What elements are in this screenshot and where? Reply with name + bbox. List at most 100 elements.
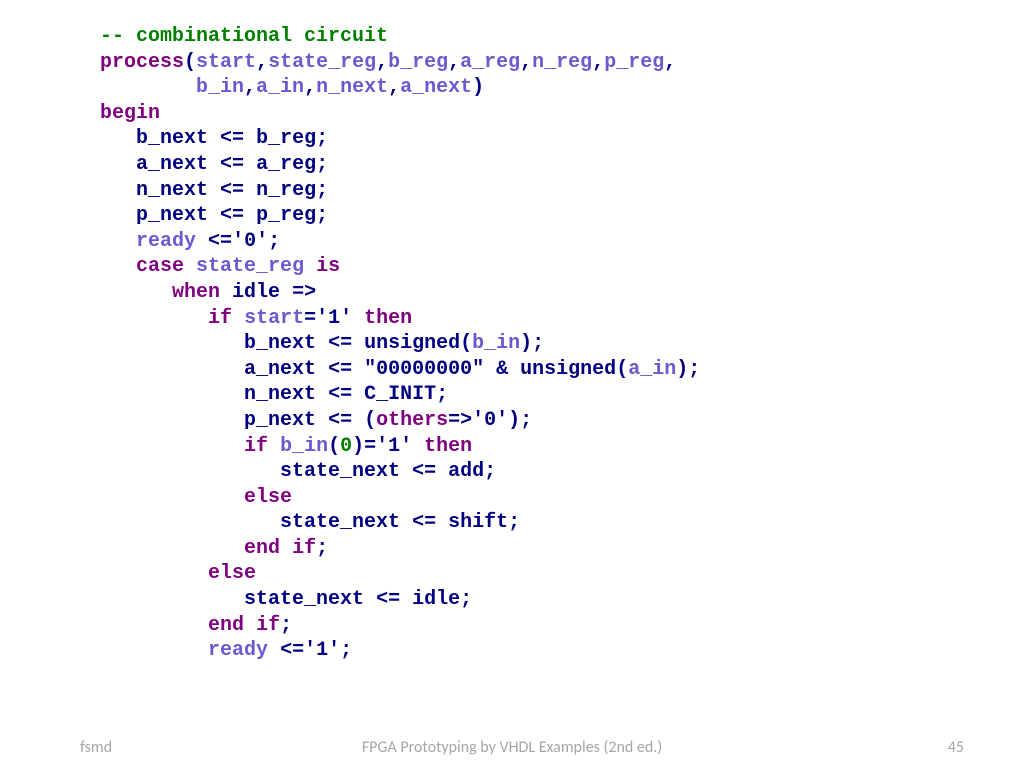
param-a-next: a_next [400,76,472,99]
str-one: '1' [376,435,412,458]
id-p-next: p_next [136,204,208,227]
kw-end: end [244,537,280,560]
id-a-reg: a_reg [256,153,316,176]
lpar: ( [616,358,628,381]
id-unsigned: unsigned [520,358,616,381]
rpar: ) [676,358,688,381]
param-state-reg: state_reg [268,51,376,74]
kw-when: when [172,281,220,304]
op-assign: <= [328,383,352,406]
op-assign: <= [328,409,352,432]
kw-then: then [424,435,472,458]
id-a-in: a_in [628,358,676,381]
id-n-reg: n_reg [256,179,316,202]
kw-is: is [316,255,340,278]
semi: ; [484,460,496,483]
comma: , [520,51,532,74]
id-idle: idle [412,588,460,611]
footer-page-number: 45 [948,738,964,757]
op-eq: = [364,435,376,458]
id-b-next: b_next [244,332,316,355]
semi: ; [688,358,700,381]
op-assign: <= [412,511,436,534]
num-zero: 0 [340,435,352,458]
rpar: ) [520,332,532,355]
semi: ; [460,588,472,611]
str-zero: '0' [232,230,268,253]
kw-if: if [208,307,232,330]
rpar: ) [352,435,364,458]
op-assign: <= [220,153,244,176]
semi: ; [316,537,328,560]
comma: , [304,76,316,99]
id-b-in: b_in [472,332,520,355]
comma: , [388,76,400,99]
kw-begin: begin [100,102,160,125]
op-arrow: => [292,281,316,304]
kw-else: else [244,486,292,509]
comma: , [448,51,460,74]
id-c-init: C_INIT [364,383,436,406]
comma: , [664,51,676,74]
id-a-next: a_next [244,358,316,381]
kw-if: if [244,435,268,458]
kw-case: case [136,255,184,278]
str-one: '1' [304,639,340,662]
comma: , [376,51,388,74]
id-p-reg: p_reg [256,204,316,227]
semi: ; [436,383,448,406]
op-assign: <= [328,358,352,381]
kw-others: others [376,409,448,432]
op-assign: <= [208,230,232,253]
id-state-next: state_next [280,511,400,534]
id-a-next: a_next [136,153,208,176]
id-n-next: n_next [244,383,316,406]
param-a-reg: a_reg [460,51,520,74]
comment-line: -- combinational circuit [100,25,388,48]
footer-center: FPGA Prototyping by VHDL Examples (2nd e… [0,738,1024,757]
id-n-next: n_next [136,179,208,202]
semi: ; [508,511,520,534]
semi: ; [532,332,544,355]
comma: , [244,76,256,99]
param-n-reg: n_reg [532,51,592,74]
comma: , [256,51,268,74]
lpar: ( [328,435,340,458]
semi: ; [520,409,532,432]
comma: , [592,51,604,74]
id-b-in: b_in [280,435,328,458]
semi: ; [340,639,352,662]
op-assign: <= [376,588,400,611]
id-state-next: state_next [244,588,364,611]
kw-if: if [256,614,280,637]
str-zero: '0' [472,409,508,432]
id-ready: ready [136,230,196,253]
lpar: ( [460,332,472,355]
id-ready: ready [208,639,268,662]
id-unsigned: unsigned [364,332,460,355]
lpar: ( [364,409,376,432]
op-assign: <= [220,127,244,150]
op-assign: <= [220,204,244,227]
semi: ; [316,204,328,227]
id-b-reg: b_reg [256,127,316,150]
param-a-in: a_in [256,76,304,99]
id-p-next: p_next [244,409,316,432]
param-b-reg: b_reg [388,51,448,74]
op-assign: <= [220,179,244,202]
str-one: '1' [316,307,352,330]
rpar: ) [472,76,484,99]
kw-end: end [208,614,244,637]
op-assign: <= [280,639,304,662]
semi: ; [268,230,280,253]
op-eq: = [304,307,316,330]
id-state-reg: state_reg [196,255,304,278]
op-amp: & [496,358,508,381]
id-shift: shift [448,511,508,534]
id-b-next: b_next [136,127,208,150]
op-assign: <= [328,332,352,355]
semi: ; [280,614,292,637]
param-b-in: b_in [196,76,244,99]
param-p-reg: p_reg [604,51,664,74]
param-start: start [196,51,256,74]
